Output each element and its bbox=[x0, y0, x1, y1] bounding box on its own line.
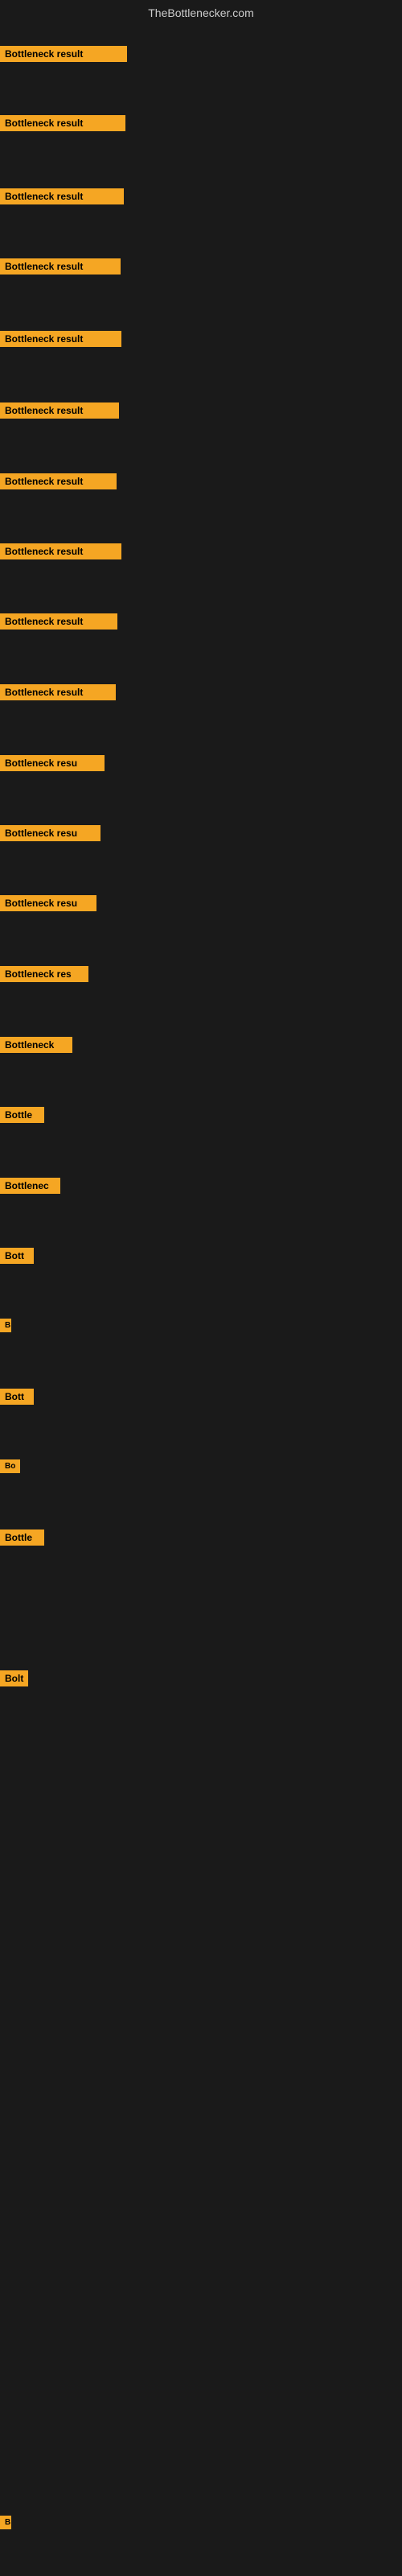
bottleneck-result-badge: Bolt bbox=[0, 1670, 28, 1686]
site-title: TheBottlenecker.com bbox=[0, 0, 402, 26]
bottleneck-result-badge: Bottleneck result bbox=[0, 543, 121, 559]
bottleneck-result-badge: Bottlenec bbox=[0, 1178, 60, 1194]
bottleneck-result-badge: Bottleneck result bbox=[0, 402, 119, 419]
bottleneck-result-badge: Bottleneck resu bbox=[0, 755, 105, 771]
bottleneck-result-badge: Bottle bbox=[0, 1107, 44, 1123]
bottleneck-result-badge: Bottleneck result bbox=[0, 331, 121, 347]
bottleneck-result-badge: Bottleneck resu bbox=[0, 895, 96, 911]
bottleneck-result-badge: Bottleneck bbox=[0, 1037, 72, 1053]
bottleneck-result-badge: Bottleneck result bbox=[0, 46, 127, 62]
bottleneck-result-badge: Bottleneck result bbox=[0, 613, 117, 630]
bottleneck-result-badge: Bottleneck result bbox=[0, 473, 117, 489]
bottleneck-result-badge: Bott bbox=[0, 1389, 34, 1405]
bottleneck-result-badge: Bottleneck result bbox=[0, 684, 116, 700]
bottleneck-result-badge: Bottleneck result bbox=[0, 188, 124, 204]
bottleneck-result-badge: B bbox=[0, 2516, 11, 2529]
bottleneck-result-badge: Bott bbox=[0, 1248, 34, 1264]
bottleneck-result-badge: Bottle bbox=[0, 1530, 44, 1546]
bottleneck-result-badge: Bottleneck result bbox=[0, 115, 125, 131]
bottleneck-result-badge: Bottleneck res bbox=[0, 966, 88, 982]
bottleneck-result-badge: Bottleneck result bbox=[0, 258, 121, 275]
bottleneck-result-badge: Bo bbox=[0, 1459, 20, 1473]
bottleneck-result-badge: Bottleneck resu bbox=[0, 825, 100, 841]
bottleneck-result-badge: B bbox=[0, 1319, 11, 1332]
